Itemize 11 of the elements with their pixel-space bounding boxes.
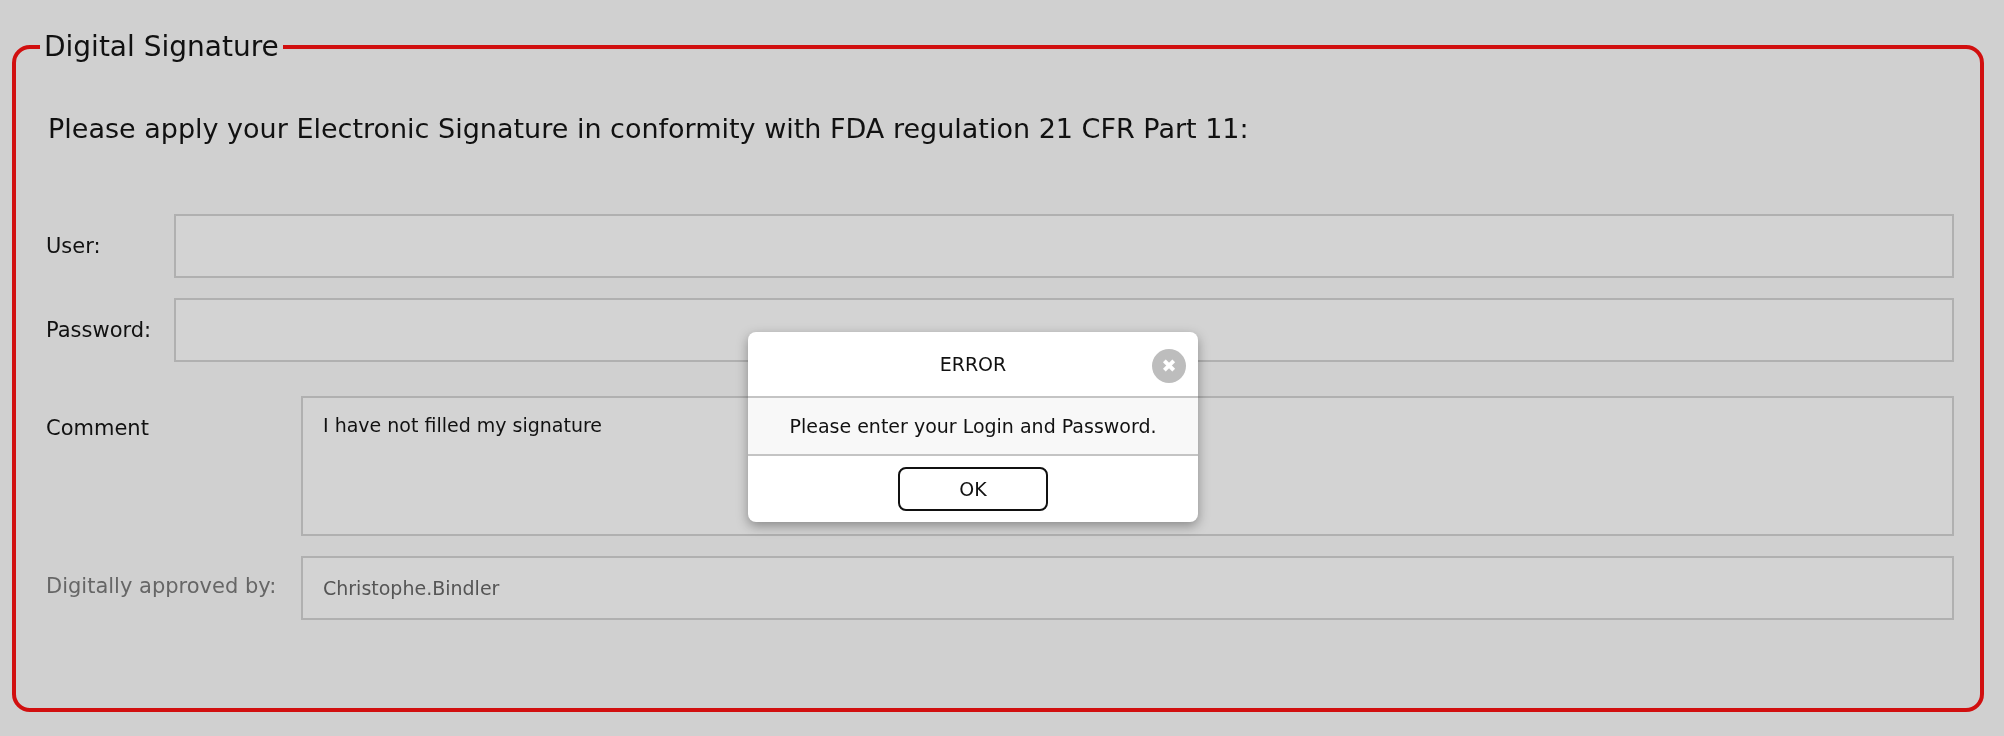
panel-title: Digital Signature [43,30,280,63]
error-message: Please enter your Login and Password. [748,398,1198,456]
input-field[interactable] [174,214,1954,278]
instruction-text: Please apply your Electronic Signature in conformity with FDA regulation 21 CFR Part 11: [48,113,1250,144]
field-label: User: [46,234,102,258]
field-label: Digitally approved by: [46,573,278,598]
field-label: Comment [46,415,150,440]
field-label: Password: [46,318,153,342]
ok-button[interactable]: OK [898,467,1048,511]
input-field: Christophe.Bindler [301,556,1954,620]
dialog-title: ERROR [939,353,1007,375]
